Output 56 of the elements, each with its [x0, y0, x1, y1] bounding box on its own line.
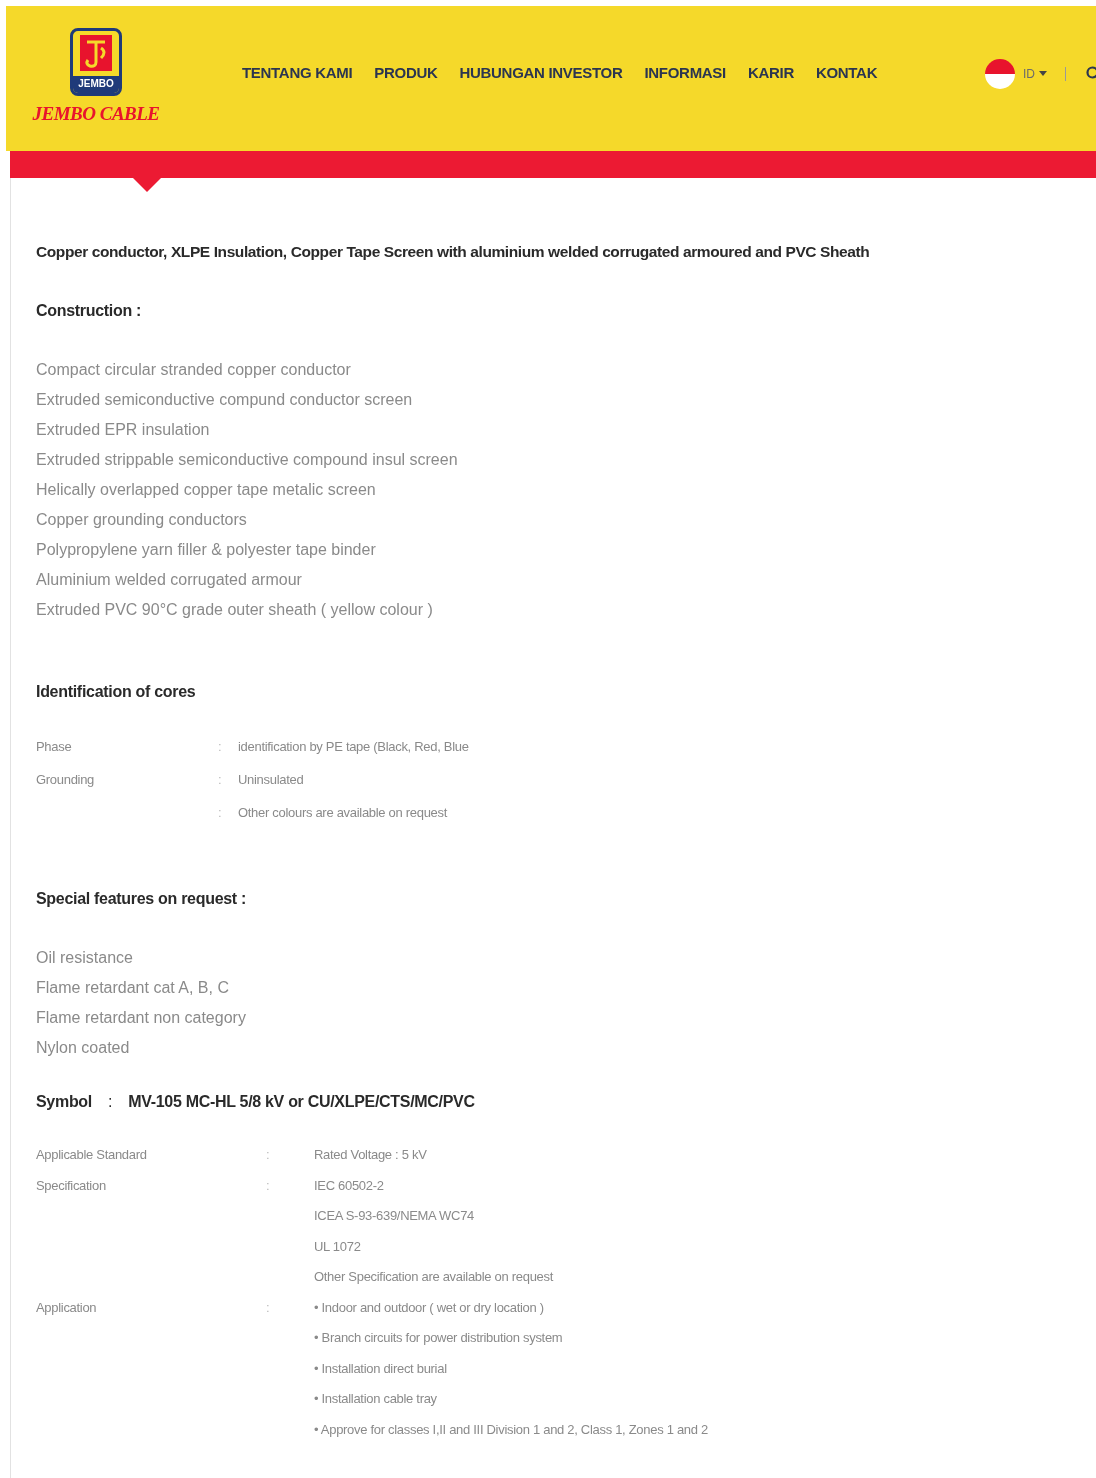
spec-value: • Branch circuits for power distribution system — [314, 1329, 564, 1348]
nav-link[interactable]: INFORMASI — [644, 62, 726, 85]
spec-value: IEC 60502-2 — [314, 1176, 385, 1195]
construction-item: Compact circular stranded copper conductor — [36, 360, 352, 381]
row-label: Grounding — [36, 772, 94, 787]
spec-value: ICEA S-93-639/NEMA WC74 — [314, 1207, 475, 1226]
language-selector[interactable]: ID — [1023, 64, 1047, 83]
row-label: Phase — [36, 739, 72, 754]
section-heading: Special features on request : — [36, 889, 248, 910]
row-value: Uninsulated — [238, 771, 304, 789]
nav-link[interactable]: KARIR — [747, 62, 794, 85]
nav-link[interactable]: KONTAK — [815, 62, 878, 85]
colon-separator: : — [266, 1298, 271, 1317]
monogram-icon — [79, 34, 113, 73]
row-value: Other colours are available on request — [238, 804, 447, 822]
spec-value: Rated Voltage : 5 kV — [314, 1146, 427, 1165]
spec-value: • Installation cable tray — [314, 1390, 438, 1409]
nav-link[interactable]: PRODUK — [374, 62, 438, 85]
colon-separator: : — [218, 738, 223, 756]
spec-value: • Approve for classes I,II and III Division 1 and 2, Class 1, Zones 1 and 2 — [314, 1420, 708, 1439]
nav-link[interactable]: TENTANG KAMI — [242, 62, 353, 85]
colon-separator: : — [108, 1092, 113, 1113]
logo-text: JEMBO CABLE — [32, 102, 160, 127]
colon-separator: : — [218, 804, 223, 822]
construction-item: Extruded strippable semiconductive compound insul screen — [36, 450, 459, 471]
symbol-value: MV-105 MC-HL 5/8 kV or CU/XLPE/CTS/MC/PVC — [128, 1092, 475, 1113]
spec-label: Application — [36, 1298, 98, 1317]
spec-value: • Installation direct burial — [314, 1359, 448, 1378]
spec-label: Applicable Standard — [36, 1146, 148, 1165]
construction-item: Copper grounding conductors — [36, 510, 248, 531]
construction-item: Aluminium welded corrugated armour — [36, 570, 303, 591]
construction-item: Helically overlapped copper tape metalic screen — [36, 480, 377, 501]
feature-item: Oil resistance — [36, 948, 134, 969]
feature-item: Flame retardant cat A, B, C — [36, 978, 230, 999]
feature-item: Flame retardant non category — [36, 1008, 247, 1029]
colon-separator: : — [218, 771, 223, 789]
product-title: Copper conductor, XLPE Insulation, Copper Tape Screen with aluminium welded corrugated armoured and PVC Sheath — [36, 242, 871, 262]
construction-item: Extruded EPR insulation — [36, 420, 211, 441]
construction-item: Extruded PVC 90°C grade outer sheath ( yellow colour ) — [36, 600, 434, 621]
caret-icon — [1039, 71, 1047, 76]
feature-item: Nylon coated — [36, 1038, 131, 1059]
spec-label: Specification — [36, 1176, 107, 1195]
colon-separator: : — [266, 1176, 271, 1195]
section-heading: Identification of cores — [36, 682, 197, 703]
row-value: identification by PE tape (Black, Red, Blue — [238, 738, 469, 756]
spec-value: • Indoor and outdoor ( wet or dry location ) — [314, 1298, 545, 1317]
spec-value: Other Specification are available on request — [314, 1268, 553, 1287]
colon-separator: : — [266, 1146, 271, 1165]
symbol-label: Symbol — [36, 1092, 92, 1113]
section-heading: Construction : — [36, 301, 143, 322]
flag-icon — [985, 58, 1015, 89]
construction-item: Extruded semiconductive compund conductor screen — [36, 390, 414, 411]
logo-badge-text: JEMBO — [73, 76, 119, 94]
nav-link[interactable]: HUBUNGAN INVESTOR — [459, 62, 623, 85]
spec-value: UL 1072 — [314, 1237, 362, 1256]
construction-item: Polypropylene yarn filler & polyester tape binder — [36, 540, 377, 561]
